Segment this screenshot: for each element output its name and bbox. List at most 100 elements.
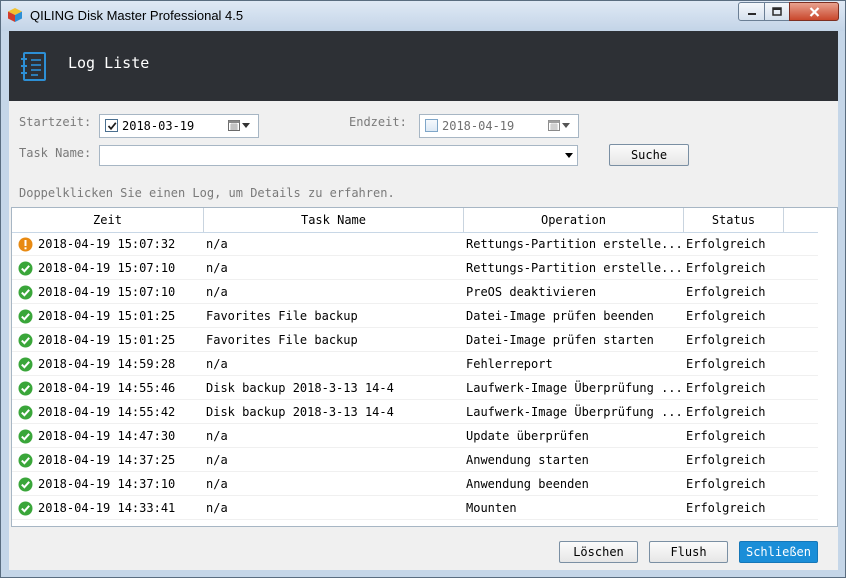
- success-icon: [18, 501, 33, 516]
- table-row[interactable]: 2018-04-19 14:37:25 n/a Anwendung starten E…: [12, 448, 818, 472]
- operation-cell: Datei-Image prüfen starten: [466, 333, 654, 347]
- column-header-filler: [784, 208, 818, 232]
- status-cell: Erfolgreich: [686, 453, 766, 467]
- table-row[interactable]: 2018-04-19 15:01:25 Favorites File backup…: [12, 304, 818, 328]
- time-cell: 2018-04-19 14:59:28: [38, 357, 176, 371]
- search-button[interactable]: Suche: [609, 144, 689, 166]
- task-name-cell: Favorites File backup: [206, 333, 358, 347]
- time-cell: 2018-04-19 14:55:42: [38, 405, 176, 419]
- maximize-icon: [772, 7, 782, 16]
- column-header-status[interactable]: Status: [684, 208, 784, 232]
- task-name-cell: n/a: [206, 501, 228, 515]
- start-date-value: 2018-03-19: [122, 119, 195, 133]
- app-logo-icon: [8, 8, 22, 22]
- task-name-cell: n/a: [206, 237, 228, 251]
- success-icon: [18, 453, 33, 468]
- table-row[interactable]: 2018-04-19 15:07:32 n/a Rettungs-Partition…: [12, 232, 818, 256]
- task-name-cell: n/a: [206, 477, 228, 491]
- task-name-label: Task Name:: [19, 146, 92, 160]
- task-name-cell: n/a: [206, 261, 228, 275]
- success-icon: [18, 429, 33, 444]
- task-name-cell: Disk backup 2018-3-13 14-4: [206, 381, 394, 395]
- log-list-icon: [21, 52, 46, 81]
- table-row[interactable]: 2018-04-19 14:33:41 n/a Mounten Erfolgreich: [12, 496, 818, 520]
- time-cell: 2018-04-19 15:07:32: [38, 237, 176, 251]
- table-row[interactable]: 2018-04-19 15:01:25 Favorites File backup…: [12, 328, 818, 352]
- column-header-operation[interactable]: Operation: [464, 208, 684, 232]
- time-cell: 2018-04-19 15:07:10: [38, 261, 176, 275]
- log-table[interactable]: Zeit Task Name Operation Status 2018-04-…: [11, 207, 838, 527]
- success-icon: [18, 261, 33, 276]
- status-cell: Erfolgreich: [686, 405, 766, 419]
- calendar-icon: [228, 120, 240, 131]
- table-row[interactable]: 2018-04-19 14:59:28 n/a Fehlerreport Erfolg…: [12, 352, 818, 376]
- close-window-button[interactable]: [789, 2, 839, 21]
- close-icon: [809, 6, 819, 17]
- success-icon: [18, 381, 33, 396]
- dialog-content: Startzeit: 2018-03-19 Endzeit: 2018-04-1…: [9, 101, 838, 570]
- status-cell: Erfolgreich: [686, 429, 766, 443]
- success-icon: [18, 477, 33, 492]
- operation-cell: Anwendung beenden: [466, 477, 589, 491]
- calendar-icon: [548, 120, 560, 131]
- task-name-cell: n/a: [206, 453, 228, 467]
- flush-button[interactable]: Flush: [649, 541, 728, 563]
- table-row[interactable]: 2018-04-19 14:55:42 Disk backup 2018-3-13…: [12, 400, 818, 424]
- title-bar[interactable]: QILING Disk Master Professional 4.5: [1, 1, 845, 31]
- status-cell: Erfolgreich: [686, 261, 766, 275]
- status-cell: Erfolgreich: [686, 237, 766, 251]
- time-cell: 2018-04-19 14:47:30: [38, 429, 176, 443]
- close-button[interactable]: Schließen: [739, 541, 818, 563]
- table-row[interactable]: 2018-04-19 14:55:46 Disk backup 2018-3-13…: [12, 376, 818, 400]
- checkmark-icon: [107, 121, 116, 130]
- table-row[interactable]: 2018-04-19 14:37:10 n/a Anwendung beenden E…: [12, 472, 818, 496]
- window-title: QILING Disk Master Professional 4.5: [30, 8, 244, 23]
- end-date-picker[interactable]: 2018-04-19: [419, 114, 579, 138]
- operation-cell: Mounten: [466, 501, 517, 515]
- chevron-down-icon[interactable]: [565, 153, 573, 158]
- task-name-cell: n/a: [206, 357, 228, 371]
- success-icon: [18, 309, 33, 324]
- status-cell: Erfolgreich: [686, 477, 766, 491]
- page-header: Log Liste: [9, 31, 838, 101]
- task-name-cell: n/a: [206, 429, 228, 443]
- success-icon: [18, 405, 33, 420]
- table-row[interactable]: 2018-04-19 15:07:10 n/a Rettungs-Partition…: [12, 256, 818, 280]
- end-date-dropdown[interactable]: [548, 119, 570, 131]
- status-cell: Erfolgreich: [686, 357, 766, 371]
- column-header-time[interactable]: Zeit: [12, 208, 204, 232]
- start-date-dropdown[interactable]: [228, 119, 250, 131]
- minimize-button[interactable]: [738, 2, 765, 21]
- maximize-button[interactable]: [764, 2, 790, 21]
- app-window: QILING Disk Master Professional 4.5 Log …: [0, 0, 846, 578]
- table-row[interactable]: 2018-04-19 14:47:30 n/a Update überprüfen E…: [12, 424, 818, 448]
- status-cell: Erfolgreich: [686, 501, 766, 515]
- task-name-cell: Disk backup 2018-3-13 14-4: [206, 405, 394, 419]
- table-row[interactable]: 2018-04-19 15:07:10 n/a PreOS deaktivieren…: [12, 280, 818, 304]
- operation-cell: PreOS deaktivieren: [466, 285, 597, 299]
- success-icon: [18, 333, 33, 348]
- time-cell: 2018-04-19 15:01:25: [38, 333, 176, 347]
- start-date-checkbox[interactable]: [105, 119, 118, 132]
- minimize-icon: [747, 12, 756, 15]
- start-date-picker[interactable]: 2018-03-19: [99, 114, 259, 138]
- column-header-task-name[interactable]: Task Name: [204, 208, 464, 232]
- chevron-down-icon: [562, 122, 570, 128]
- chevron-down-icon: [242, 122, 250, 128]
- time-cell: 2018-04-19 15:01:25: [38, 309, 176, 323]
- end-time-label: Endzeit:: [349, 115, 407, 129]
- operation-cell: Update überprüfen: [466, 429, 589, 443]
- task-name-cell: n/a: [206, 285, 228, 299]
- operation-cell: Anwendung starten: [466, 453, 589, 467]
- delete-button[interactable]: Löschen: [559, 541, 638, 563]
- operation-cell: Fehlerreport: [466, 357, 553, 371]
- status-cell: Erfolgreich: [686, 309, 766, 323]
- end-date-checkbox[interactable]: [425, 119, 438, 132]
- task-name-combobox[interactable]: [99, 145, 578, 166]
- operation-cell: Datei-Image prüfen beenden: [466, 309, 654, 323]
- operation-cell: Rettungs-Partition erstelle...: [466, 261, 682, 275]
- time-cell: 2018-04-19 14:37:10: [38, 477, 176, 491]
- time-cell: 2018-04-19 15:07:10: [38, 285, 176, 299]
- table-header: Zeit Task Name Operation Status: [12, 208, 818, 233]
- instruction-text: Doppelklicken Sie einen Log, um Details …: [19, 186, 395, 200]
